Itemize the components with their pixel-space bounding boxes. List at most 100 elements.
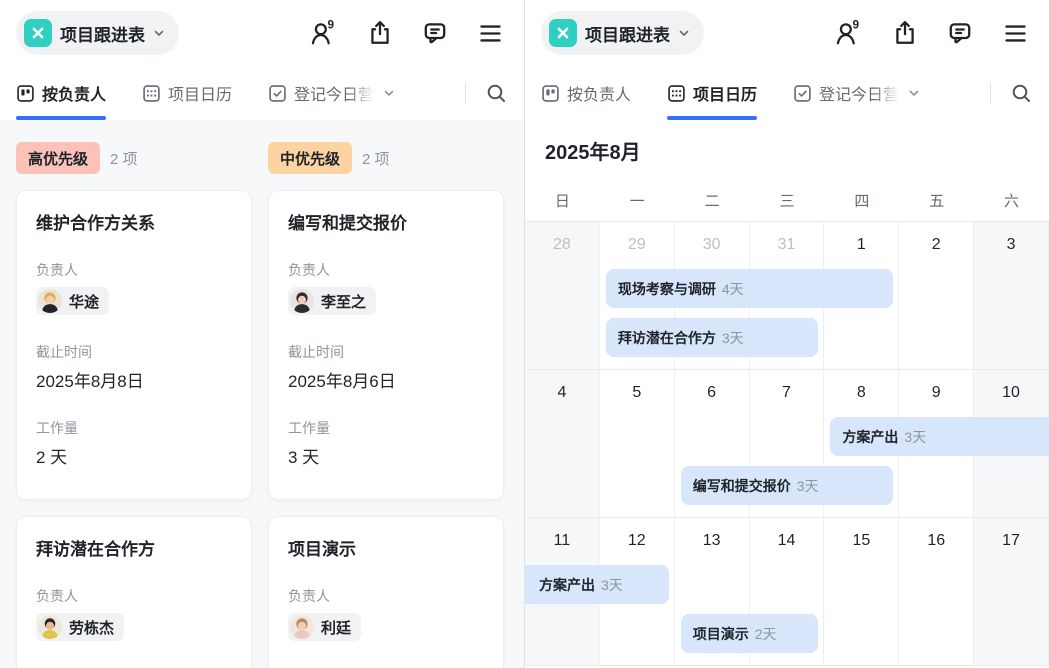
- assignee-chip[interactable]: 李至之: [288, 287, 376, 315]
- svg-text:9: 9: [328, 19, 335, 31]
- share-icon[interactable]: [367, 20, 393, 46]
- field-label-workload: 工作量: [36, 419, 232, 437]
- calendar-event-pill[interactable]: 现场考察与调研4天: [606, 269, 893, 308]
- divider: [990, 83, 991, 103]
- weekday-label: 六: [974, 190, 1049, 211]
- deadline-value: 2025年8月6日: [288, 370, 484, 394]
- task-card[interactable]: 拜访潜在合作方 负责人 劳栋杰 截止时间: [16, 516, 252, 668]
- calendar-date-number: 9: [899, 382, 973, 404]
- deadline-value: 2025年8月8日: [36, 370, 232, 394]
- tab-by-assignee[interactable]: 按负责人: [16, 66, 106, 120]
- menu-icon[interactable]: [477, 20, 504, 47]
- header-actions: 9: [308, 19, 504, 47]
- chevron-down-icon[interactable]: [908, 87, 920, 99]
- calendar-day-cell[interactable]: 4: [525, 370, 600, 517]
- board-column-high-priority: 高优先级 2 项 维护合作方关系 负责人 华途: [16, 142, 252, 668]
- tab-by-assignee[interactable]: 按负责人: [541, 66, 631, 120]
- window-calendar-view: 项目跟进表 9: [525, 0, 1049, 668]
- priority-badge-medium[interactable]: 中优先级: [268, 142, 352, 174]
- share-icon[interactable]: [892, 20, 918, 46]
- assignee-chip[interactable]: 利廷: [288, 613, 361, 641]
- comment-icon[interactable]: [947, 20, 973, 46]
- avatar: [38, 615, 62, 639]
- event-title: 拜访潜在合作方: [618, 328, 716, 348]
- calendar-day-cell[interactable]: 5: [600, 370, 675, 517]
- base-app-icon: [549, 19, 577, 47]
- search-icon[interactable]: [1009, 81, 1033, 105]
- tab-project-calendar[interactable]: 项目日历: [667, 66, 757, 120]
- calendar-date-number: 2: [899, 234, 973, 256]
- weekday-label: 一: [600, 190, 675, 211]
- tab-label: 按负责人: [567, 81, 631, 105]
- tab-register-today[interactable]: 登记今日营: [793, 66, 920, 120]
- field-label-deadline: 截止时间: [288, 343, 484, 361]
- assignee-chip[interactable]: 劳栋杰: [36, 613, 124, 641]
- tab-label: 项目日历: [168, 81, 232, 105]
- calendar-event-pill[interactable]: 编写和提交报价3天: [681, 466, 894, 505]
- event-title: 方案产出: [842, 427, 898, 447]
- event-duration: 3天: [904, 427, 926, 447]
- field-label-workload: 工作量: [288, 419, 484, 437]
- calendar-day-cell[interactable]: 28: [525, 222, 600, 369]
- calendar-event-pill[interactable]: 方案产出3天: [525, 565, 669, 604]
- avatar: [290, 615, 314, 639]
- assignee-name: 利廷: [321, 617, 351, 638]
- group-header: 高优先级 2 项: [16, 142, 252, 174]
- calendar-date-number: 1: [824, 234, 898, 256]
- task-card[interactable]: 维护合作方关系 负责人 华途 截止时间 2025年8月8日 工作: [16, 190, 252, 500]
- field-label-deadline: 截止时间: [36, 343, 232, 361]
- workload-value: 2 天: [36, 446, 232, 470]
- event-title: 方案产出: [539, 575, 595, 595]
- calendar-day-cell[interactable]: 16: [899, 518, 974, 665]
- members-icon[interactable]: 9: [308, 19, 338, 47]
- event-title: 现场考察与调研: [618, 279, 716, 299]
- chevron-down-icon: [678, 27, 690, 39]
- field-label-assignee: 负责人: [36, 587, 232, 605]
- view-tab-bar: 按负责人 项目日历 登记今日营: [0, 66, 524, 120]
- calendar-day-cell[interactable]: 17: [974, 518, 1049, 665]
- task-card[interactable]: 编写和提交报价 负责人 李至之 截止时间 2025年8月6日 工: [268, 190, 504, 500]
- chevron-down-icon[interactable]: [383, 87, 395, 99]
- field-label-assignee: 负责人: [288, 261, 484, 279]
- menu-icon[interactable]: [1002, 20, 1029, 47]
- task-card[interactable]: 项目演示 负责人 利廷 截止时间: [268, 516, 504, 668]
- avatar: [290, 289, 314, 313]
- group-header: 中优先级 2 项: [268, 142, 504, 174]
- calendar-date-number: 3: [974, 234, 1048, 256]
- calendar-grid-icon: [667, 84, 686, 103]
- calendar-day-cell[interactable]: 15: [824, 518, 899, 665]
- priority-badge-high[interactable]: 高优先级: [16, 142, 100, 174]
- calendar-event-pill[interactable]: 方案产出 3天: [830, 417, 1049, 456]
- calendar-date-number: 11: [525, 530, 599, 552]
- assignee-chip[interactable]: 华途: [36, 287, 109, 315]
- divider: [465, 83, 466, 103]
- card-title: 编写和提交报价: [288, 212, 484, 236]
- calendar-date-number: 17: [974, 530, 1048, 552]
- calendar-view-body: 2025年8月 日一二三四五六 28293031123现场考察与调研4天拜访潜在…: [525, 120, 1049, 668]
- form-check-icon: [793, 84, 812, 103]
- calendar-date-number: 5: [600, 382, 674, 404]
- comment-icon[interactable]: [422, 20, 448, 46]
- event-title: 项目演示: [693, 624, 749, 644]
- kanban-board: 高优先级 2 项 维护合作方关系 负责人 华途: [0, 120, 524, 668]
- calendar-date-number: 8: [824, 382, 898, 404]
- calendar-date-number: 12: [600, 530, 674, 552]
- calendar-day-cell[interactable]: 3: [974, 222, 1049, 369]
- calendar-event-pill[interactable]: 拜访潜在合作方3天: [606, 318, 819, 357]
- base-title-dropdown[interactable]: 项目跟进表: [541, 11, 704, 55]
- assignee-name: 李至之: [321, 291, 366, 312]
- weekday-label: 四: [824, 190, 899, 211]
- group-count: 2 项: [110, 148, 138, 169]
- calendar-day-cell[interactable]: 2: [899, 222, 974, 369]
- calendar-date-number: 16: [899, 530, 973, 552]
- calendar-event-pill[interactable]: 项目演示2天: [681, 614, 819, 653]
- members-icon[interactable]: 9: [833, 19, 863, 47]
- base-title-dropdown[interactable]: 项目跟进表: [16, 11, 179, 55]
- search-icon[interactable]: [484, 81, 508, 105]
- calendar-date-number: 4: [525, 382, 599, 404]
- calendar-date-number: 7: [750, 382, 824, 404]
- tab-project-calendar[interactable]: 项目日历: [142, 66, 232, 120]
- window-header: 项目跟进表 9: [0, 0, 524, 66]
- board-column-medium-priority: 中优先级 2 项 编写和提交报价 负责人 李至之: [268, 142, 504, 668]
- tab-register-today[interactable]: 登记今日营: [268, 66, 395, 120]
